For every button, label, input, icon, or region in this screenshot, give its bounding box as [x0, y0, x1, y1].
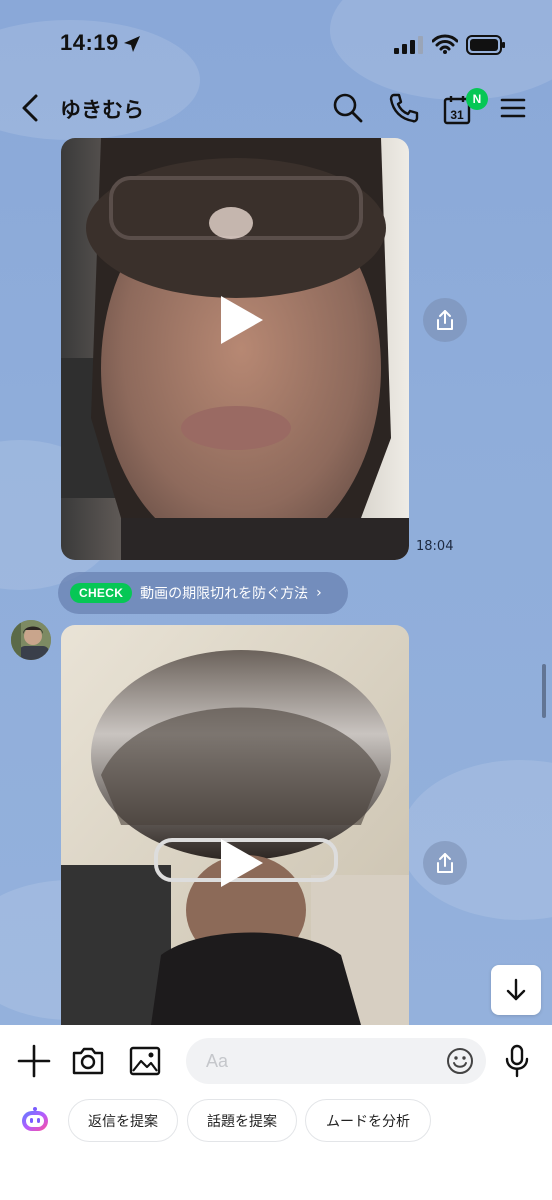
calendar-badge: N [466, 88, 488, 110]
suggest-reply-chip[interactable]: 返信を提案 [68, 1099, 178, 1142]
avatar-image [11, 620, 51, 660]
chat-title: ゆきむら [60, 98, 144, 122]
chevron-right-icon: › [316, 585, 322, 601]
avatar[interactable] [11, 620, 51, 660]
signal-icon [394, 36, 423, 54]
status-time: 14:19 [60, 30, 119, 55]
check-text: 動画の期限切れを防ぐ方法 [140, 586, 309, 602]
analyze-mood-chip[interactable]: ムードを分析 [305, 1099, 431, 1142]
calendar-day: 31 [450, 108, 464, 122]
video-message[interactable] [61, 625, 409, 1025]
battery-icon [466, 35, 505, 55]
mic-icon[interactable] [504, 1044, 530, 1078]
share-icon [437, 310, 453, 330]
phone-icon[interactable] [388, 92, 420, 124]
message-input[interactable] [186, 1038, 486, 1084]
search-icon[interactable] [332, 92, 364, 124]
share-icon [437, 853, 453, 873]
play-icon[interactable] [211, 833, 271, 893]
video-expiry-tip-banner[interactable]: CHECK 動画の期限切れを防ぐ方法 › [58, 572, 348, 614]
image-icon[interactable] [127, 1043, 163, 1079]
wifi-icon [432, 34, 458, 54]
scrollbar-thumb[interactable] [542, 664, 546, 718]
play-icon[interactable] [211, 290, 271, 350]
video-message[interactable] [61, 138, 409, 560]
share-button[interactable] [423, 841, 467, 885]
location-arrow-icon [124, 36, 140, 52]
emoji-icon[interactable] [446, 1047, 474, 1075]
back-icon[interactable] [18, 92, 42, 124]
message-time: 18:04 [416, 539, 454, 554]
camera-icon[interactable] [70, 1043, 106, 1079]
plus-icon[interactable] [16, 1043, 52, 1079]
chat-header: ゆきむら 31 N [0, 80, 552, 136]
check-tag: CHECK [70, 583, 133, 603]
menu-icon[interactable] [498, 92, 530, 124]
share-button[interactable] [423, 298, 467, 342]
status-bar: 14:19 [0, 0, 552, 80]
scroll-to-bottom-button[interactable] [491, 965, 541, 1015]
video-thumbnail [61, 625, 409, 1025]
suggest-topic-chip[interactable]: 話題を提案 [187, 1099, 297, 1142]
ai-assistant-icon[interactable] [20, 1106, 50, 1136]
arrow-down-icon [506, 978, 526, 1001]
